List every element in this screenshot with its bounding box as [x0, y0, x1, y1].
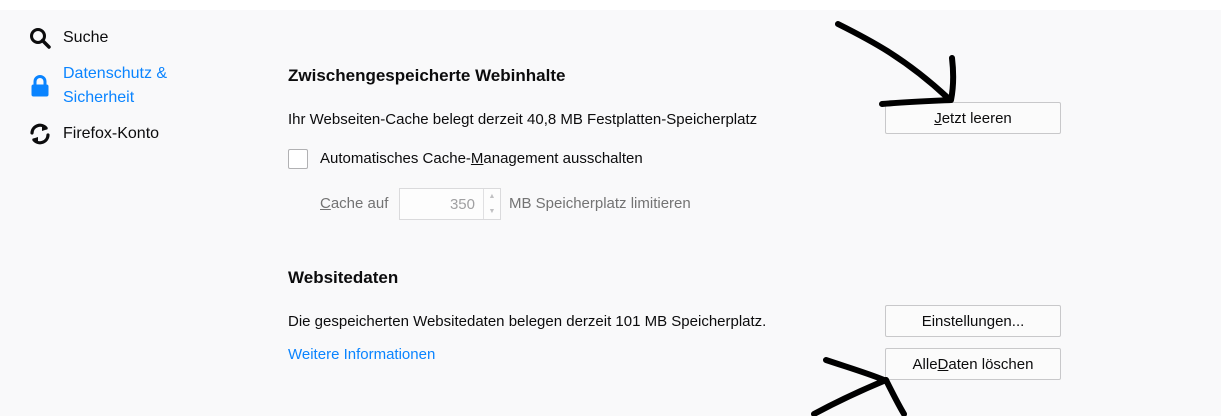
sidebar-item-search[interactable]: Suche	[28, 26, 238, 50]
site-data-heading: Websitedaten	[288, 268, 399, 287]
label-accel: C	[320, 195, 331, 212]
button-label-part: Einstellun	[921, 312, 987, 330]
button-label-part: en...	[995, 312, 1025, 330]
sidebar-item-label: Datenschutz & Sicherheit	[63, 65, 168, 106]
label-part: anagement ausschalten	[483, 150, 643, 167]
button-label-part: Alle	[912, 355, 938, 373]
button-label-accel: D	[937, 355, 949, 373]
spin-arrows[interactable]: ▲ ▼	[483, 189, 500, 219]
cache-override-label[interactable]: Automatisches Cache-Management ausschalt…	[320, 150, 643, 167]
label-part: ache auf	[330, 195, 389, 212]
lock-icon	[28, 74, 52, 98]
site-data-settings-button[interactable]: Einstellun g en...	[885, 305, 1061, 337]
label-part: Automatisches Cache-	[320, 150, 471, 167]
cache-limit-value: 350	[449, 195, 475, 213]
cache-usage-text: Ihr Webseiten-Cache belegt derzeit 40,8 …	[288, 111, 758, 128]
clear-all-data-button[interactable]: Alle Daten löschen	[885, 348, 1061, 380]
search-icon	[28, 26, 52, 50]
sidebar-item-label: Suche	[63, 29, 109, 46]
sidebar-item-privacy[interactable]: Datenschutz & Sicherheit	[28, 62, 238, 110]
sidebar-item-firefox-account[interactable]: Firefox-Konto	[28, 122, 238, 146]
button-label-part: etzt leeren	[941, 109, 1012, 127]
clear-cache-button[interactable]: Jetzt leeren	[885, 102, 1061, 134]
button-label-accel: J	[934, 109, 942, 127]
button-label-part: aten löschen	[948, 355, 1034, 373]
cache-heading: Zwischengespeicherte Webinhalte	[288, 66, 566, 85]
button-label-accel: g	[986, 312, 996, 330]
spin-up-icon[interactable]: ▲	[484, 189, 500, 204]
cache-override-checkbox[interactable]	[288, 149, 308, 169]
spin-down-icon[interactable]: ▼	[484, 204, 500, 219]
learn-more-link[interactable]: Weitere Informationen	[288, 346, 435, 363]
arrow-to-clear-cache	[835, 21, 957, 107]
top-edge	[0, 0, 1221, 10]
cache-limit-input[interactable]: 350 ▲ ▼	[399, 188, 501, 220]
sync-icon	[28, 122, 52, 146]
cache-limit-suffix: MB Speicherplatz limitieren	[509, 195, 691, 212]
sidebar: Suche Datenschutz & Sicherheit Firefox-K…	[28, 26, 238, 158]
site-data-usage-text: Die gespeicherten Websitedaten belegen d…	[288, 313, 767, 330]
cache-limit-label: Cache auf	[320, 195, 388, 212]
label-accel: M	[470, 150, 484, 167]
sidebar-item-label: Firefox-Konto	[63, 125, 160, 142]
